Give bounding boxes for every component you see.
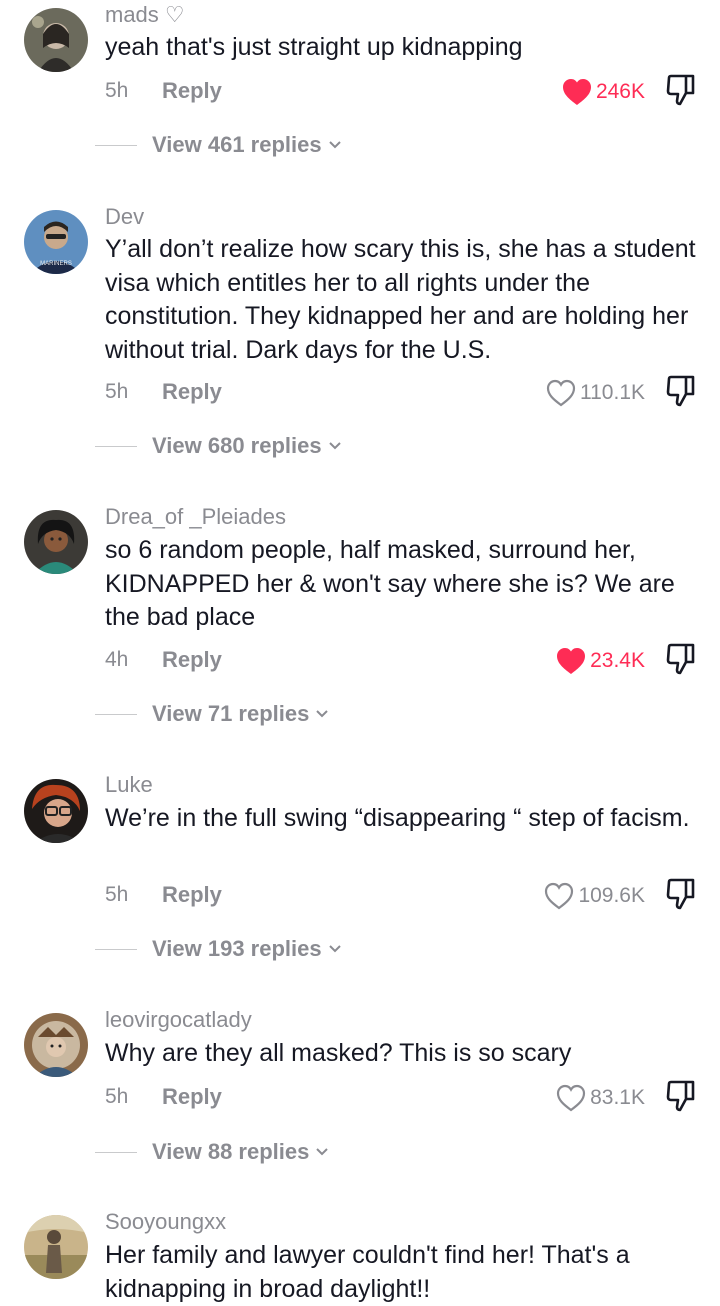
dislike-icon[interactable]: [665, 73, 697, 112]
heart-outline-icon: [546, 379, 576, 407]
chevron-down-icon: [328, 141, 341, 149]
dislike-icon[interactable]: [665, 374, 697, 413]
chevron-down-icon: [316, 1148, 329, 1156]
avatar[interactable]: [24, 510, 88, 574]
divider-line: [95, 144, 137, 146]
avatar[interactable]: [24, 779, 88, 843]
like-button[interactable]: 83.1K: [556, 1081, 645, 1115]
dislike-icon[interactable]: [665, 1079, 697, 1118]
view-replies-button[interactable]: View 193 replies: [95, 934, 342, 964]
username[interactable]: Luke: [105, 772, 153, 798]
comment-actions: 4h Reply 23.4K: [105, 643, 705, 678]
timestamp: 5h: [105, 1085, 129, 1108]
like-count: 23.4K: [590, 649, 645, 672]
avatar[interactable]: [24, 8, 88, 72]
like-count: 109.6K: [578, 884, 645, 907]
comment-actions: 5h Reply 110.1K: [105, 375, 705, 410]
comment-actions: 5h Reply 83.1K: [105, 1080, 705, 1115]
comment-actions: 5h Reply 246K: [105, 74, 705, 109]
comment-text: so 6 random people, half masked, surroun…: [105, 536, 675, 631]
heart-filled-icon: [562, 79, 591, 105]
username[interactable]: Sooyoungxx: [105, 1209, 226, 1235]
like-button[interactable]: 110.1K: [546, 376, 645, 410]
comment-actions: 5h Reply 109.6K: [105, 878, 705, 913]
comment-text: We’re in the full swing “disappearing “ …: [105, 804, 690, 832]
username[interactable]: mads ♡: [105, 2, 185, 28]
username[interactable]: leovirgocatlady: [105, 1007, 252, 1033]
comment-text: Y’all don’t realize how scary this is, s…: [105, 235, 696, 364]
view-replies-label: View 461 replies: [152, 132, 322, 157]
like-button[interactable]: 246K: [562, 75, 645, 109]
dislike-icon[interactable]: [665, 642, 697, 681]
timestamp: 5h: [105, 380, 129, 403]
view-replies-label: View 680 replies: [152, 433, 322, 458]
divider-line: [95, 1151, 137, 1153]
view-replies-label: View 71 replies: [152, 701, 310, 726]
comment-text: Her family and lawyer couldn't find her!…: [105, 1241, 630, 1303]
username[interactable]: Dev: [105, 204, 144, 230]
avatar[interactable]: [24, 1013, 88, 1077]
view-replies-button[interactable]: View 88 replies: [95, 1137, 329, 1167]
like-button[interactable]: 109.6K: [544, 879, 645, 913]
chevron-down-icon: [316, 710, 329, 718]
heart-filled-icon: [557, 648, 586, 674]
like-button[interactable]: 23.4K: [556, 644, 645, 678]
comment-text: Why are they all masked? This is so scar…: [105, 1039, 572, 1067]
view-replies-button[interactable]: View 680 replies: [95, 431, 342, 461]
divider-line: [95, 948, 137, 950]
timestamp: 5h: [105, 883, 129, 906]
divider-line: [95, 445, 137, 447]
view-replies-button[interactable]: View 461 replies: [95, 130, 342, 160]
like-count: 110.1K: [580, 381, 645, 404]
view-replies-label: View 193 replies: [152, 936, 322, 961]
reply-button[interactable]: Reply: [162, 78, 222, 104]
chevron-down-icon: [328, 945, 341, 953]
chevron-down-icon: [328, 442, 341, 450]
view-replies-label: View 88 replies: [152, 1139, 310, 1164]
timestamp: 5h: [105, 79, 129, 102]
avatar[interactable]: MARINERS: [24, 210, 88, 274]
reply-button[interactable]: Reply: [162, 647, 222, 673]
dislike-icon[interactable]: [665, 877, 697, 916]
comment-text: yeah that's just straight up kidnapping: [105, 33, 523, 61]
username[interactable]: Drea_of _Pleiades: [105, 504, 286, 530]
view-replies-button[interactable]: View 71 replies: [95, 699, 329, 729]
divider-line: [95, 713, 137, 715]
like-count: 83.1K: [590, 1086, 645, 1109]
reply-button[interactable]: Reply: [162, 882, 222, 908]
like-count: 246K: [595, 80, 645, 103]
avatar[interactable]: [24, 1215, 88, 1279]
svg-text:MARINERS: MARINERS: [40, 261, 72, 267]
heart-outline-icon: [545, 882, 574, 910]
reply-button[interactable]: Reply: [162, 1084, 222, 1110]
reply-button[interactable]: Reply: [162, 379, 222, 405]
timestamp: 4h: [105, 648, 129, 671]
heart-outline-icon: [557, 1084, 586, 1112]
